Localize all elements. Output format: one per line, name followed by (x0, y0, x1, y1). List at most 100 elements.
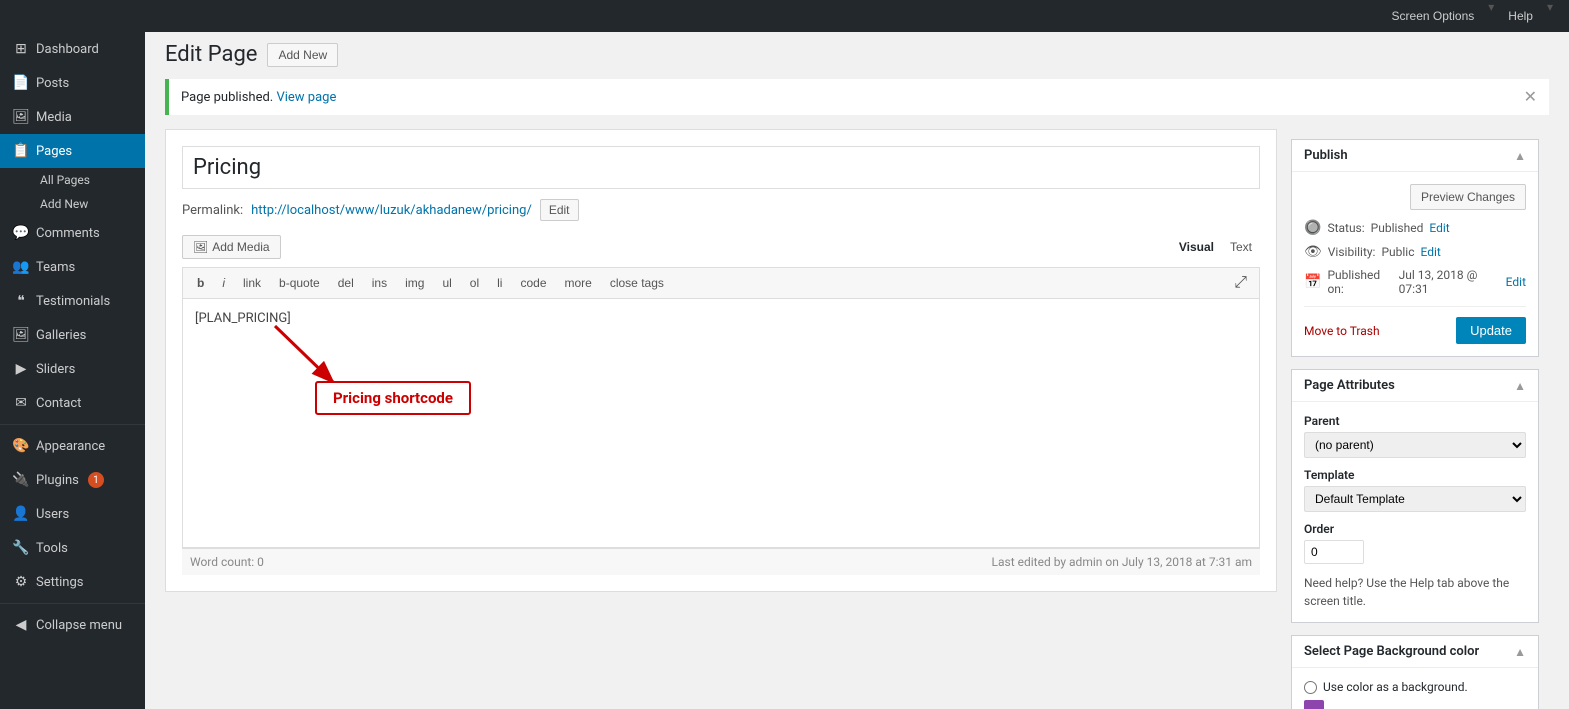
use-color-label[interactable]: Use color as a background. (1304, 680, 1526, 694)
add-media-icon: 🖼 (193, 240, 208, 254)
ins-button[interactable]: ins (364, 272, 395, 294)
order-row: Order (1304, 522, 1526, 564)
code-button[interactable]: code (512, 272, 554, 294)
sidebar-item-dashboard[interactable]: ⊞ Dashboard (0, 32, 145, 66)
notice-text: Page published. View page (181, 90, 336, 105)
help-button[interactable]: Help (1498, 0, 1543, 32)
sidebar-item-sliders[interactable]: ▶ Sliders (0, 352, 145, 386)
editor-container: Permalink: http://localhost/www/luzuk/ak… (165, 129, 1277, 592)
screen-options-button[interactable]: Screen Options (1382, 0, 1485, 32)
sidebar-item-label: Teams (36, 260, 75, 275)
sidebar-item-all-pages[interactable]: All Pages (28, 168, 145, 192)
editor-area: Permalink: http://localhost/www/luzuk/ak… (165, 129, 1277, 709)
visual-view-button[interactable]: Visual (1171, 237, 1222, 257)
parent-select[interactable]: (no parent) (1304, 432, 1526, 458)
sidebar-item-contact[interactable]: ✉ Contact (0, 386, 145, 420)
text-view-button[interactable]: Text (1222, 237, 1260, 257)
sidebar-item-plugins[interactable]: 🔌 Plugins 1 (0, 463, 145, 497)
sidebar-item-pages[interactable]: 📋 Pages (0, 134, 145, 168)
sidebar-item-collapse[interactable]: ◀ Collapse menu (0, 608, 145, 642)
sidebar-item-users[interactable]: 👤 Users (0, 497, 145, 531)
sidebar-item-testimonials[interactable]: ❝ Testimonials (0, 284, 145, 318)
visibility-edit-link[interactable]: Edit (1421, 245, 1441, 259)
page-attributes-metabox: Page Attributes ▲ Parent (no parent) (1291, 369, 1539, 623)
editor-body[interactable]: [PLAN_PRICING] (182, 298, 1260, 548)
bold-button[interactable]: b (189, 272, 212, 294)
order-input[interactable] (1304, 540, 1364, 564)
sidebar-item-appearance[interactable]: 🎨 Appearance (0, 429, 145, 463)
move-to-trash-link[interactable]: Move to Trash (1304, 324, 1380, 338)
sidebar-item-settings[interactable]: ⚙ Settings (0, 565, 145, 599)
bquote-button[interactable]: b-quote (271, 272, 328, 294)
permalink-edit-button[interactable]: Edit (540, 199, 579, 221)
template-select[interactable]: Default Template (1304, 486, 1526, 512)
bg-color-title: Select Page Background color (1304, 644, 1479, 659)
page-header: Edit Page Add New (165, 42, 1549, 67)
view-page-link[interactable]: View page (276, 90, 336, 105)
status-icon: 🔘 (1304, 220, 1321, 236)
more-button[interactable]: more (557, 272, 600, 294)
ol-button[interactable]: ol (462, 272, 487, 294)
sidebar-item-galleries[interactable]: 🖼 Galleries (0, 318, 145, 352)
calendar-icon: 📅 (1304, 274, 1321, 290)
tools-icon: 🔧 (12, 539, 30, 557)
publish-metabox-body: Preview Changes 🔘 Status: Published Edit… (1292, 172, 1538, 356)
status-label: Status: (1327, 221, 1364, 235)
page-title-input[interactable] (182, 146, 1260, 189)
posts-icon: 📄 (12, 74, 30, 92)
sidebar-item-label: Pages (36, 144, 72, 159)
editor-layout: Permalink: http://localhost/www/luzuk/ak… (165, 129, 1549, 709)
plugins-icon: 🔌 (12, 471, 30, 489)
preview-changes-button[interactable]: Preview Changes (1410, 184, 1526, 210)
publish-metabox-header[interactable]: Publish ▲ (1292, 140, 1538, 172)
page-attributes-header[interactable]: Page Attributes ▲ (1292, 370, 1538, 402)
img-button[interactable]: img (397, 272, 432, 294)
publish-preview-row: Preview Changes (1304, 184, 1526, 210)
last-edited: Last edited by admin on July 13, 2018 at… (992, 555, 1252, 569)
editor-footer: Word count: 0 Last edited by admin on Ju… (182, 548, 1260, 575)
visibility-value: Public (1381, 245, 1414, 259)
bg-color-header[interactable]: Select Page Background color ▲ (1292, 636, 1538, 668)
link-button[interactable]: link (235, 272, 269, 294)
li-button[interactable]: li (489, 272, 510, 294)
permalink-url[interactable]: http://localhost/www/luzuk/akhadanew/pri… (251, 203, 532, 218)
add-new-button[interactable]: Add New (267, 43, 338, 67)
sidebar: ⊞ Dashboard 📄 Posts 🖼 Media 📋 Pages All … (0, 32, 145, 709)
annotation-area: [PLAN_PRICING] (195, 311, 1247, 441)
teams-icon: 👥 (12, 258, 30, 276)
sidebar-item-tools[interactable]: 🔧 Tools (0, 531, 145, 565)
parent-row: Parent (no parent) (1304, 414, 1526, 458)
close-tags-button[interactable]: close tags (602, 272, 672, 294)
page-attributes-body: Parent (no parent) Template Default Temp… (1292, 402, 1538, 622)
expand-editor-button[interactable]: ⤢ (1228, 272, 1253, 294)
published-label: Published on: (1327, 268, 1392, 296)
sidebar-item-posts[interactable]: 📄 Posts (0, 66, 145, 100)
notice-close-button[interactable]: ✕ (1524, 87, 1537, 107)
use-color-radio[interactable] (1304, 681, 1317, 694)
italic-button[interactable]: i (214, 272, 233, 294)
sidebar-item-label: Testimonials (36, 294, 110, 309)
update-button[interactable]: Update (1456, 317, 1526, 344)
sidebar-item-media[interactable]: 🖼 Media (0, 100, 145, 134)
ul-button[interactable]: ul (434, 272, 459, 294)
page-attributes-title: Page Attributes (1304, 378, 1395, 393)
sidebar-item-add-new[interactable]: Add New (28, 192, 145, 216)
publish-title: Publish (1304, 148, 1348, 163)
add-media-button[interactable]: 🖼 Add Media (182, 235, 281, 259)
sidebar-item-label: Tools (36, 541, 68, 556)
media-icon: 🖼 (12, 108, 30, 126)
main-content: Edit Page Add New Page published. View p… (145, 32, 1569, 709)
contact-icon: ✉ (12, 394, 30, 412)
visibility-icon: 👁 (1304, 244, 1322, 260)
sidebar-item-label: Media (36, 110, 72, 125)
published-edit-link[interactable]: Edit (1506, 275, 1526, 289)
pages-icon: 📋 (12, 142, 30, 160)
help-text: Need help? Use the Help tab above the sc… (1304, 574, 1526, 610)
del-button[interactable]: del (330, 272, 362, 294)
settings-icon: ⚙ (12, 573, 30, 591)
sidebar-item-teams[interactable]: 👥 Teams (0, 250, 145, 284)
sliders-icon: ▶ (12, 360, 30, 378)
status-edit-link[interactable]: Edit (1429, 221, 1449, 235)
color-swatch[interactable] (1304, 700, 1324, 709)
sidebar-item-comments[interactable]: 💬 Comments (0, 216, 145, 250)
